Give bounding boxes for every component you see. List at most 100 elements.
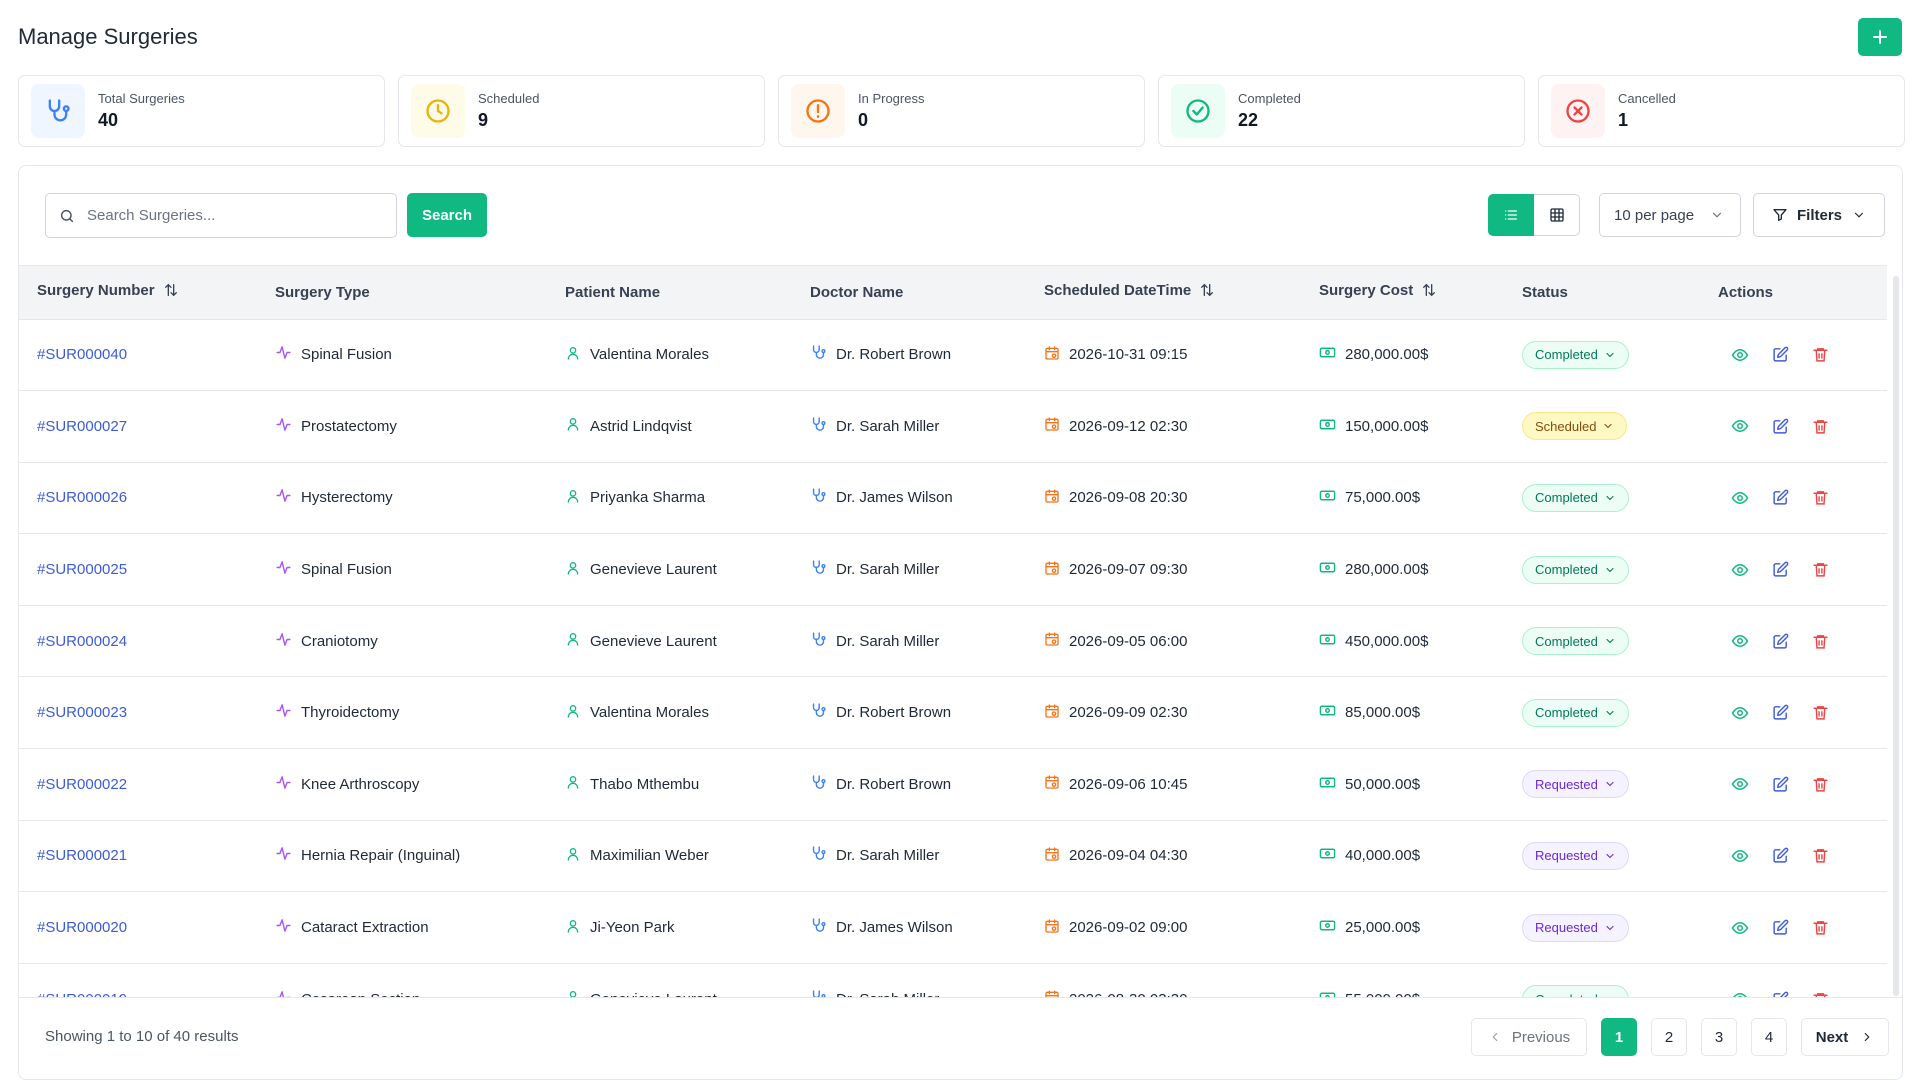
- cell-patient-name: Genevieve Laurent: [547, 605, 792, 677]
- stat-card-total: Total Surgeries 40: [18, 75, 385, 147]
- surgery-cost: 280,000.00$: [1345, 561, 1429, 579]
- page-button-2[interactable]: 2: [1651, 1018, 1687, 1056]
- cell-surgery-cost: 25,000.00$: [1301, 892, 1504, 964]
- view-icon[interactable]: [1730, 631, 1750, 651]
- status-dropdown[interactable]: Completed: [1522, 698, 1629, 727]
- page-title: Manage Surgeries: [18, 24, 198, 49]
- status-dropdown[interactable]: Requested: [1522, 913, 1629, 942]
- surgery-number-link[interactable]: #SUR000023: [37, 704, 127, 721]
- edit-icon[interactable]: [1770, 989, 1790, 997]
- view-icon[interactable]: [1730, 918, 1750, 938]
- chevron-down-icon: [1604, 850, 1616, 862]
- edit-icon[interactable]: [1770, 631, 1790, 651]
- table-scrollbar[interactable]: [1893, 276, 1899, 996]
- scheduled-datetime: 2026-09-02 09:00: [1069, 919, 1188, 937]
- doctor-name: Dr. Robert Brown: [836, 775, 952, 793]
- patient-name: Astrid Lindqvist: [590, 417, 692, 435]
- table-row: #SUR000025 Spinal Fusion Genevieve Laure…: [19, 534, 1887, 606]
- per-page-select[interactable]: 10 per page: [1599, 193, 1741, 237]
- delete-icon[interactable]: [1810, 631, 1830, 651]
- page-button-1[interactable]: 1: [1601, 1018, 1637, 1056]
- sort-icon[interactable]: [1199, 282, 1215, 302]
- filters-button[interactable]: Filters: [1753, 193, 1885, 237]
- grid-view-button[interactable]: [1534, 194, 1580, 236]
- cell-status: Requested: [1504, 820, 1700, 892]
- add-surgery-button[interactable]: [1858, 18, 1902, 56]
- edit-icon[interactable]: [1770, 918, 1790, 938]
- status-dropdown[interactable]: Completed: [1522, 627, 1629, 656]
- surgery-number-link[interactable]: #SUR000040: [37, 346, 127, 363]
- chevron-down-icon: [1602, 420, 1614, 432]
- edit-icon[interactable]: [1770, 703, 1790, 723]
- sort-icon[interactable]: [163, 282, 179, 302]
- status-dropdown[interactable]: Completed: [1522, 483, 1629, 512]
- view-icon[interactable]: [1730, 774, 1750, 794]
- edit-icon[interactable]: [1770, 846, 1790, 866]
- delete-icon[interactable]: [1810, 774, 1830, 794]
- edit-icon[interactable]: [1770, 345, 1790, 365]
- edit-icon[interactable]: [1770, 560, 1790, 580]
- per-page-value: 10 per page: [1614, 206, 1695, 224]
- status-dropdown[interactable]: Requested: [1522, 770, 1629, 799]
- view-icon[interactable]: [1730, 488, 1750, 508]
- status-dropdown[interactable]: Completed: [1522, 985, 1629, 997]
- page-button-4[interactable]: 4: [1751, 1018, 1787, 1056]
- list-view-button[interactable]: [1488, 194, 1534, 236]
- cell-actions: [1700, 820, 1887, 892]
- status-dropdown[interactable]: Completed: [1522, 340, 1629, 369]
- cell-actions: [1700, 391, 1887, 463]
- view-icon[interactable]: [1730, 846, 1750, 866]
- surgery-number-link[interactable]: #SUR000021: [37, 847, 127, 864]
- delete-icon[interactable]: [1810, 416, 1830, 436]
- column-header-surgery-number[interactable]: Surgery Number: [19, 266, 257, 320]
- delete-icon[interactable]: [1810, 488, 1830, 508]
- next-page-button[interactable]: Next: [1801, 1018, 1889, 1056]
- stat-value: 22: [1238, 110, 1259, 130]
- view-icon[interactable]: [1730, 345, 1750, 365]
- status-dropdown[interactable]: Scheduled: [1522, 412, 1628, 441]
- surgery-number-link[interactable]: #SUR000025: [37, 561, 127, 578]
- list-icon: [1505, 210, 1517, 220]
- cell-status: Completed: [1504, 534, 1700, 606]
- search-box[interactable]: [45, 193, 397, 238]
- cell-doctor-name: Dr. Sarah Miller: [792, 391, 1026, 463]
- column-header-surgery-cost[interactable]: Surgery Cost: [1301, 266, 1504, 320]
- delete-icon[interactable]: [1810, 846, 1830, 866]
- surgery-cost: 50,000.00$: [1345, 775, 1421, 793]
- edit-icon[interactable]: [1770, 488, 1790, 508]
- cell-scheduled-datetime: 2026-09-02 09:00: [1026, 892, 1301, 964]
- delete-icon[interactable]: [1810, 918, 1830, 938]
- surgery-number-link[interactable]: #SUR000024: [37, 633, 127, 650]
- search-button[interactable]: Search: [407, 193, 487, 237]
- status-dropdown[interactable]: Requested: [1522, 841, 1629, 870]
- cell-surgery-type: Cataract Extraction: [257, 892, 547, 964]
- previous-page-button[interactable]: Previous: [1471, 1018, 1587, 1056]
- x-circle-icon: [1551, 84, 1605, 138]
- surgery-number-link[interactable]: #SUR000020: [37, 919, 127, 936]
- surgery-number-link[interactable]: #SUR000027: [37, 418, 127, 435]
- surgery-number-link[interactable]: #SUR000026: [37, 489, 127, 506]
- edit-icon[interactable]: [1770, 416, 1790, 436]
- sort-icon[interactable]: [1421, 282, 1437, 302]
- page-button-3[interactable]: 3: [1701, 1018, 1737, 1056]
- view-icon[interactable]: [1730, 416, 1750, 436]
- edit-icon[interactable]: [1770, 774, 1790, 794]
- status-dropdown[interactable]: Completed: [1522, 555, 1629, 584]
- user-icon: [565, 703, 581, 723]
- delete-icon[interactable]: [1810, 560, 1830, 580]
- column-header-scheduled-datetime[interactable]: Scheduled DateTime: [1026, 266, 1301, 320]
- view-icon[interactable]: [1730, 989, 1750, 997]
- column-header-label: Scheduled DateTime: [1044, 282, 1192, 300]
- delete-icon[interactable]: [1810, 345, 1830, 365]
- surgery-number-link[interactable]: #SUR000022: [37, 776, 127, 793]
- stethoscope-icon: [810, 487, 827, 508]
- delete-icon[interactable]: [1810, 989, 1830, 997]
- search-input[interactable]: [87, 207, 367, 224]
- activity-icon: [275, 702, 292, 723]
- surgery-type: Knee Arthroscopy: [301, 775, 420, 793]
- view-icon[interactable]: [1730, 703, 1750, 723]
- surgery-type: Spinal Fusion: [301, 346, 392, 364]
- cell-actions: [1700, 749, 1887, 821]
- delete-icon[interactable]: [1810, 703, 1830, 723]
- view-icon[interactable]: [1730, 560, 1750, 580]
